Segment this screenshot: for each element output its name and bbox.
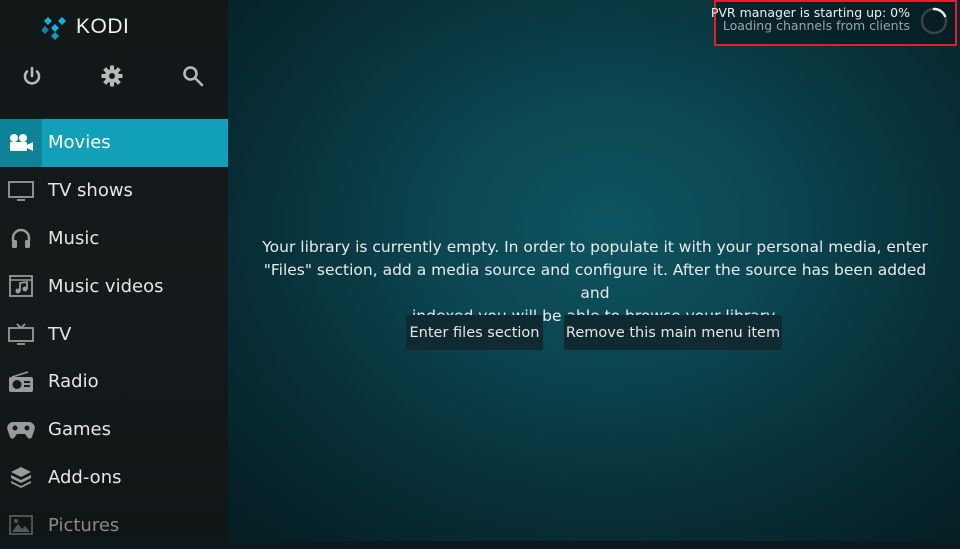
sidebar-item-label: Pictures [48,514,120,536]
sidebar-item-label: Games [48,419,111,441]
main-menu: Movies TV shows Music Music videos TV Ra… [0,119,228,549]
kodi-logo[interactable]: KODI [42,14,129,40]
app-name: KODI [76,15,130,38]
sidebar-item-movies[interactable]: Movies [0,119,228,167]
sidebar-item-label: Radio [48,371,99,393]
sidebar-item-label: Music videos [48,275,164,297]
sidebar-item-tv-shows[interactable]: TV shows [0,167,228,215]
sidebar-item-label: TV shows [48,180,133,202]
movie-camera-icon [10,133,33,151]
sidebar-item-tv[interactable]: TV [0,310,228,358]
remove-menu-item-button[interactable]: Remove this main menu item [564,315,782,350]
gamepad-icon [7,421,35,439]
picture-icon [9,515,33,536]
sidebar-item-music-videos[interactable]: Music videos [0,262,228,310]
top-icon-bar [0,64,228,94]
search-icon[interactable] [181,64,205,88]
message-line: Your library is currently empty. In orde… [262,238,928,256]
sidebar-item-label: Add-ons [48,466,122,488]
sidebar: KODI Movies TV shows Music Music videos … [0,0,228,541]
tv-icon [8,323,34,345]
power-icon[interactable] [20,64,44,88]
radio-icon [9,371,33,392]
sidebar-item-label: Movies [48,132,111,154]
headphones-icon [11,229,31,249]
sidebar-item-music[interactable]: Music [0,215,228,263]
message-line: "Files" section, add a media source and … [263,261,927,302]
sidebar-item-label: Music [48,227,100,249]
addons-box-icon [11,467,31,489]
loading-spinner-icon [920,7,948,35]
enter-files-section-button[interactable]: Enter files section [406,315,543,350]
sidebar-item-label: TV [48,323,72,345]
pvr-notification: PVR manager is starting up: 0% Loading c… [711,0,957,46]
music-video-icon [9,275,33,298]
kodi-logo-icon [42,17,66,40]
notification-subtitle: Loading channels from clients [722,18,910,33]
sidebar-item-radio[interactable]: Radio [0,358,228,406]
sidebar-item-pictures[interactable]: Pictures [0,501,228,549]
sidebar-item-games[interactable]: Games [0,406,228,454]
sidebar-item-add-ons[interactable]: Add-ons [0,454,228,502]
settings-icon[interactable] [100,64,124,88]
monitor-icon [8,180,34,201]
